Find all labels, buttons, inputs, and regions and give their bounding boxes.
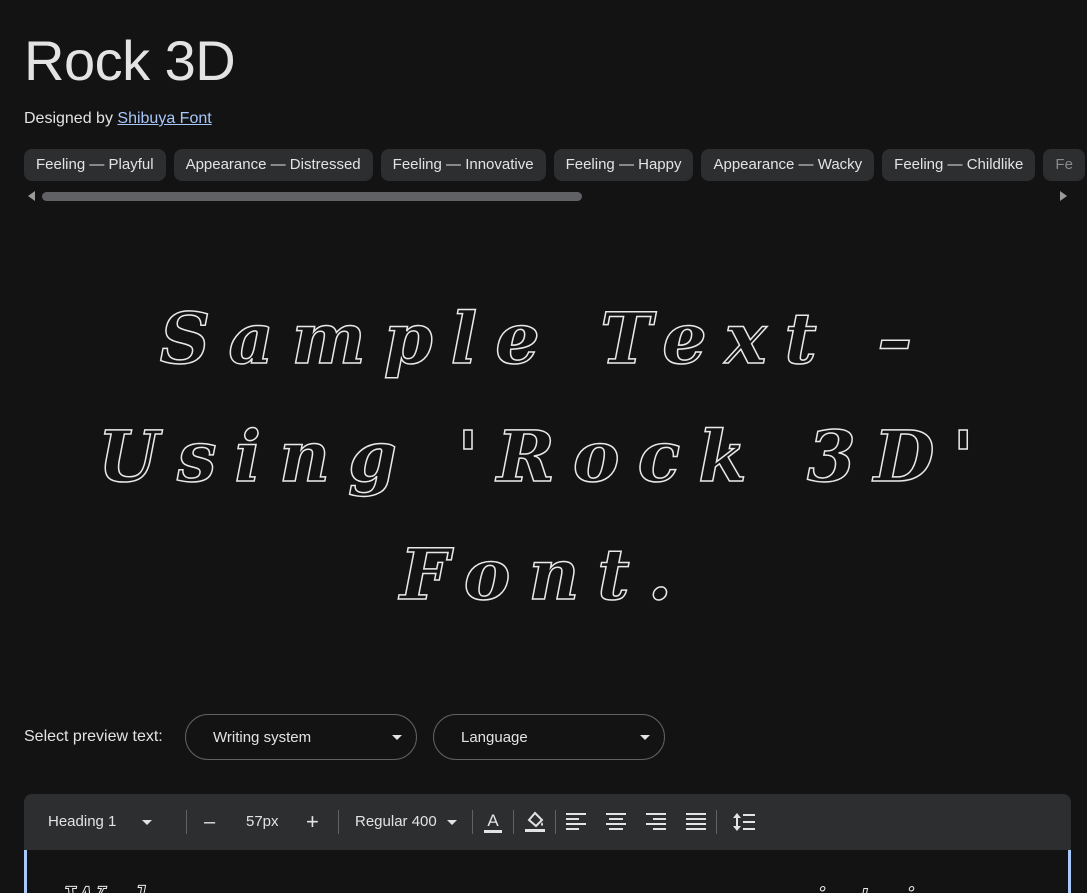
sample-line-2: Using 'Rock 3D'	[97, 414, 992, 499]
highlight-color-icon[interactable]	[523, 808, 547, 834]
toolbar-divider	[472, 810, 473, 834]
preview-select-label: Select preview text:	[24, 728, 163, 745]
font-title: Rock 3D	[24, 29, 236, 92]
writing-system-label: Writing system	[213, 729, 312, 746]
align-left-icon[interactable]	[565, 812, 587, 832]
designer-line: Designed by Shibuya Font	[24, 110, 212, 128]
tag-chip[interactable]: Feeling — Playful	[24, 149, 166, 181]
toolbar-divider	[513, 810, 514, 834]
designed-by-label: Designed by	[24, 110, 113, 127]
writing-system-dropdown[interactable]: Writing system	[185, 714, 417, 760]
editor-text: Whereas recognition	[63, 880, 1056, 893]
increase-size-button[interactable]: +	[306, 794, 319, 850]
language-label: Language	[461, 729, 528, 746]
svg-text:A: A	[487, 811, 499, 830]
weight-select[interactable]: Regular 400	[355, 794, 457, 850]
chevron-down-icon	[446, 819, 457, 825]
chevron-down-icon	[640, 735, 650, 740]
scroll-left-arrow-icon[interactable]	[28, 191, 35, 201]
weight-select-label: Regular 400	[355, 813, 437, 830]
preview-editor[interactable]: Whereas recognition	[24, 850, 1071, 893]
tag-chip[interactable]: Feeling — Happy	[553, 149, 694, 181]
style-select-label: Heading 1	[48, 813, 117, 830]
text-toolbar: Heading 1 – 57px + Regular 400 A	[24, 794, 1071, 850]
tag-chip[interactable]: Feeling — Innovative	[380, 149, 546, 181]
language-dropdown[interactable]: Language	[433, 714, 665, 760]
align-justify-icon[interactable]	[685, 812, 707, 832]
sample-text-preview: Sample Text – Using 'Rock 3D' Font.	[60, 280, 1030, 630]
sample-line-3: Font.	[399, 532, 691, 617]
sample-line-1: Sample Text –	[159, 296, 931, 381]
chevron-down-icon	[392, 735, 402, 740]
tag-chip[interactable]: Appearance — Distressed	[173, 149, 373, 181]
scroll-right-arrow-icon[interactable]	[1060, 191, 1067, 201]
tag-list: Feeling — Playful Appearance — Distressed…	[24, 149, 1087, 181]
toolbar-divider	[716, 810, 717, 834]
toolbar-divider	[338, 810, 339, 834]
decrease-size-button[interactable]: –	[204, 794, 215, 850]
font-size-value[interactable]: 57px	[246, 794, 279, 850]
tag-chip[interactable]: Appearance — Wacky	[701, 149, 875, 181]
line-height-icon[interactable]	[732, 811, 756, 833]
style-select[interactable]: Heading 1	[48, 794, 116, 850]
toolbar-divider	[555, 810, 556, 834]
designer-link[interactable]: Shibuya Font	[117, 110, 211, 127]
tags-scrollbar-thumb[interactable]	[42, 192, 582, 201]
text-color-icon[interactable]: A	[482, 810, 504, 834]
tag-chip[interactable]: Fe	[1043, 149, 1085, 181]
toolbar-divider	[186, 810, 187, 834]
tag-chip[interactable]: Feeling — Childlike	[882, 149, 1036, 181]
chevron-down-icon	[142, 820, 152, 825]
align-right-icon[interactable]	[645, 812, 667, 832]
align-center-icon[interactable]	[605, 812, 627, 832]
